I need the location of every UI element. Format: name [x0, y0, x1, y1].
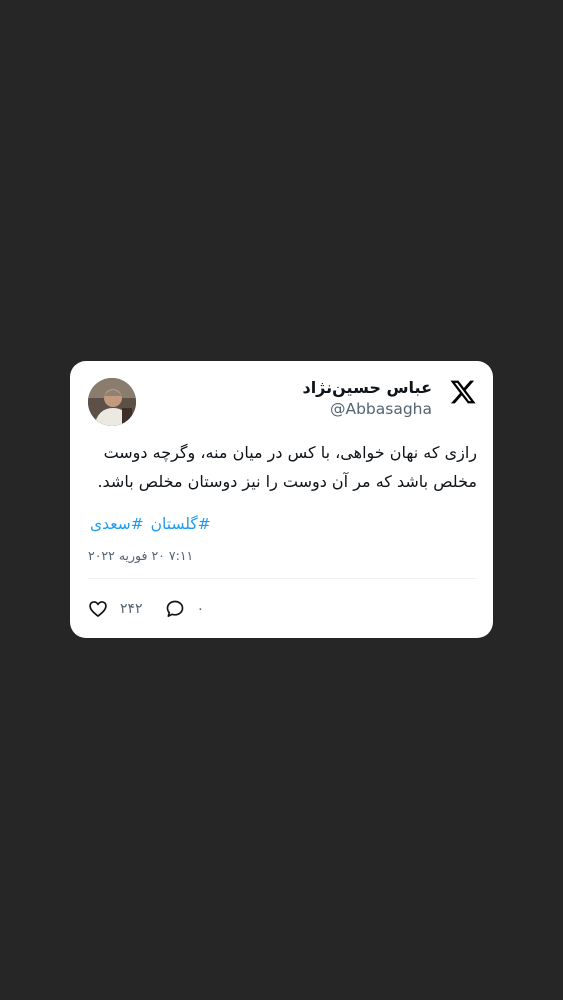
hashtag-link[interactable]: #سعدی — [90, 515, 144, 533]
avatar[interactable] — [88, 378, 136, 426]
author-info: عباس حسین‌نژاد @Abbasagha — [302, 377, 432, 419]
user-handle[interactable]: @Abbasagha — [302, 399, 432, 419]
divider — [88, 578, 477, 579]
like-count: ۲۴۲ — [120, 601, 143, 617]
display-name[interactable]: عباس حسین‌نژاد — [302, 377, 432, 399]
heart-icon — [89, 601, 107, 617]
hashtags: #گلستان #سعدی — [88, 512, 477, 536]
reply-bubble-icon — [166, 600, 183, 617]
reply-button[interactable]: ۰ — [165, 599, 205, 619]
tweet-text: رازی که نهان خواهی، با کس در میان منه، و… — [97, 443, 477, 491]
hashtag-link[interactable]: #گلستان — [151, 515, 211, 533]
action-bar: ۲۴۲ ۰ — [88, 597, 226, 621]
reply-count: ۰ — [196, 601, 205, 617]
x-logo-icon[interactable] — [449, 378, 477, 406]
timestamp[interactable]: ۷:۱۱ ۲۰ فوریه ۲۰۲۲ — [88, 547, 477, 565]
like-button[interactable]: ۲۴۲ — [88, 599, 143, 619]
tweet-card[interactable]: عباس حسین‌نژاد @Abbasagha رازی که نهان خ… — [70, 361, 493, 638]
